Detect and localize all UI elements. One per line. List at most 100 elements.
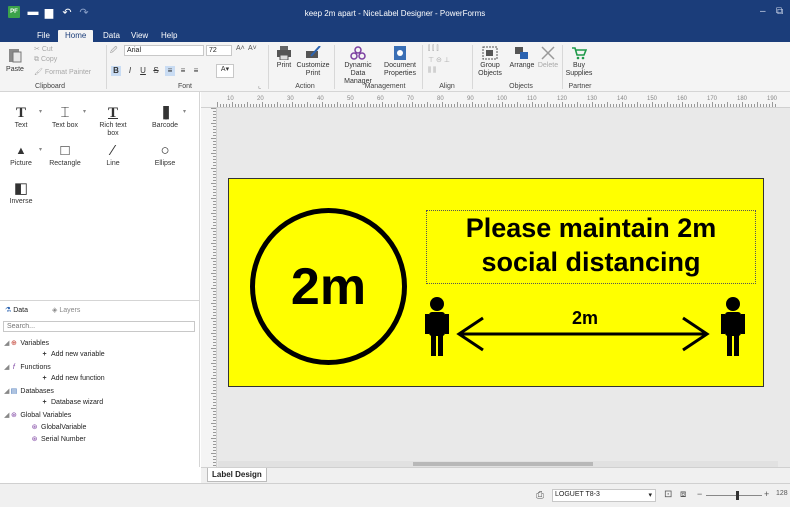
delete-button[interactable]: Delete	[536, 46, 560, 70]
underline-button[interactable]: U	[138, 66, 148, 76]
ellipse-tool[interactable]: ○ Ellipse	[148, 142, 182, 168]
text-box-tool[interactable]: ⌶ Text box ▾	[48, 104, 86, 130]
tab-file[interactable]: File	[30, 30, 57, 42]
font-size-select[interactable]: 72	[206, 45, 232, 56]
copy-button[interactable]: ⧉ Copy	[34, 56, 57, 64]
customize-print-button[interactable]: Customize Print	[296, 46, 330, 78]
align-left-objects-icon[interactable]: ⫿ ⫿ ⫿	[428, 45, 439, 53]
ruler-tick	[313, 104, 314, 107]
align-right-icon[interactable]: ≡	[191, 66, 201, 76]
tab-help[interactable]: Help	[154, 30, 184, 42]
dynamic-data-manager-button[interactable]: Dynamic Data Manager	[338, 46, 378, 86]
ruler-tick	[727, 102, 728, 107]
ruler-tick	[213, 354, 216, 355]
tree-item-serial-number[interactable]: ⊛ Serial Number	[30, 435, 86, 443]
ruler-tick	[211, 213, 216, 214]
rich-text-box-tool[interactable]: T Rich text box	[96, 104, 130, 138]
tab-data-panel[interactable]: ⚗ Data	[5, 306, 28, 314]
ruler-tick	[490, 104, 491, 107]
circle-text[interactable]: 2m	[291, 257, 366, 317]
printer-select[interactable]: LOGUET T8-3 ▾	[552, 489, 656, 502]
dropdown-arrow-icon[interactable]: ▾	[183, 108, 186, 116]
ruler-tick	[463, 104, 464, 107]
add-new-variable-link[interactable]: + Add new variable	[40, 351, 104, 358]
scrollbar-thumb[interactable]	[413, 462, 593, 466]
cut-button[interactable]: ✂ Cut	[34, 45, 53, 53]
buy-supplies-button[interactable]: Buy Supplies	[564, 46, 594, 78]
paste-button[interactable]: Paste	[4, 46, 26, 74]
document-properties-button[interactable]: Document Properties	[382, 46, 418, 78]
ruler-tick	[274, 104, 275, 107]
design-canvas[interactable]: 10 20 30 40 50 60 70 80 90 100 110 120 130 140 150 160 1…	[201, 92, 790, 473]
add-new-function-link[interactable]: + Add new function	[40, 375, 104, 382]
zoom-out-button[interactable]: −	[697, 489, 702, 499]
ruler-tick	[213, 456, 216, 457]
ruler-tick	[213, 192, 216, 193]
strikethrough-button[interactable]: S	[151, 66, 161, 76]
format-painter-button[interactable]: 🖌 Format Painter	[34, 68, 91, 76]
rectangle-tool[interactable]: □ Rectangle	[48, 142, 82, 168]
font-dialog-launcher-icon[interactable]: ⌞	[258, 82, 261, 90]
print-button[interactable]: Print	[272, 46, 296, 70]
shrink-font-icon[interactable]: A˅	[248, 45, 257, 52]
tab-view[interactable]: View	[124, 30, 155, 42]
tab-layers-panel[interactable]: ◈ Layers	[52, 306, 80, 314]
italic-button[interactable]: I	[125, 66, 135, 76]
inverse-tool[interactable]: ◧ Inverse	[4, 180, 38, 206]
align-left-icon[interactable]: ≡	[165, 66, 175, 76]
delete-icon	[541, 46, 555, 60]
barcode-tool[interactable]: ▐▌ Barcode ▾	[148, 104, 186, 130]
ruler-tick	[526, 104, 527, 107]
ruler-tick	[523, 104, 524, 107]
align-center-icon[interactable]: ≡	[178, 66, 188, 76]
ruler-tick	[718, 104, 719, 107]
tab-label-design[interactable]: Label Design	[207, 468, 267, 482]
search-input[interactable]	[3, 321, 195, 332]
grow-font-icon[interactable]: A˄	[236, 45, 245, 52]
line-tool[interactable]: ⁄ Line	[96, 142, 130, 168]
zoom-slider-thumb[interactable]	[736, 491, 739, 500]
arrange-button[interactable]: Arrange	[508, 46, 536, 70]
bold-button[interactable]: B	[111, 66, 121, 76]
dropdown-arrow-icon[interactable]: ▾	[83, 108, 86, 116]
distribute-objects-icon[interactable]: ⫼ ⫼	[428, 67, 436, 75]
fit-to-window-icon[interactable]: ⊡	[664, 489, 672, 500]
zoom-slider[interactable]	[706, 495, 762, 496]
label-design[interactable]: 2m Please maintain 2m social distancing	[228, 178, 764, 387]
tree-item-databases[interactable]: ◢▤ Databases	[4, 387, 54, 395]
font-family-select[interactable]: Arial	[124, 45, 204, 56]
ruler-tick	[562, 102, 563, 107]
actual-size-icon[interactable]: ⧈	[680, 489, 686, 500]
restore-button[interactable]: ⧉	[776, 6, 783, 17]
tree-item-variables[interactable]: ◢ ⊕ Variables	[4, 339, 49, 347]
text-box-tool-label: Text box	[51, 122, 79, 129]
align-middle-objects-icon[interactable]: ⊤ ⊝ ⊥	[428, 56, 450, 64]
dropdown-arrow-icon[interactable]: ▾	[39, 146, 42, 154]
database-wizard-link[interactable]: + Database wizard	[40, 399, 103, 406]
text-tool[interactable]: T Text ▾	[4, 104, 42, 130]
tab-home[interactable]: Home	[58, 30, 94, 42]
rectangle-tool-label: Rectangle	[49, 160, 81, 167]
circle-graphic[interactable]: 2m	[250, 208, 407, 365]
tab-data[interactable]: Data	[96, 30, 127, 42]
distance-graphic[interactable]: 2m	[419, 294, 759, 364]
ruler-tick	[772, 102, 773, 107]
font-color-button[interactable]: A▾	[216, 64, 234, 78]
zoom-in-button[interactable]: +	[764, 489, 769, 499]
shopping-cart-icon	[572, 47, 587, 60]
dropdown-arrow-icon[interactable]: ▾	[39, 108, 42, 116]
picture-tool[interactable]: ▲ Picture ▾	[4, 142, 42, 168]
ruler-tick	[382, 102, 383, 107]
ruler-tick	[328, 104, 329, 107]
tree-item-globalvariable[interactable]: ⊛ GlobalVariable	[30, 423, 87, 431]
ruler-tick	[430, 104, 431, 107]
minimize-button[interactable]: –	[760, 6, 766, 17]
message-text-box[interactable]: Please maintain 2m social distancing	[426, 210, 756, 284]
tree-item-global-variables[interactable]: ◢ ⊛ Global Variables	[4, 411, 71, 419]
ruler-tick	[427, 102, 428, 107]
group-objects-button[interactable]: Group Objects	[476, 46, 504, 78]
ruler-tick	[213, 384, 216, 385]
tree-item-functions[interactable]: ◢ f Functions	[4, 363, 51, 371]
ribbon-divider	[334, 45, 335, 89]
ruler-tick	[211, 153, 216, 154]
